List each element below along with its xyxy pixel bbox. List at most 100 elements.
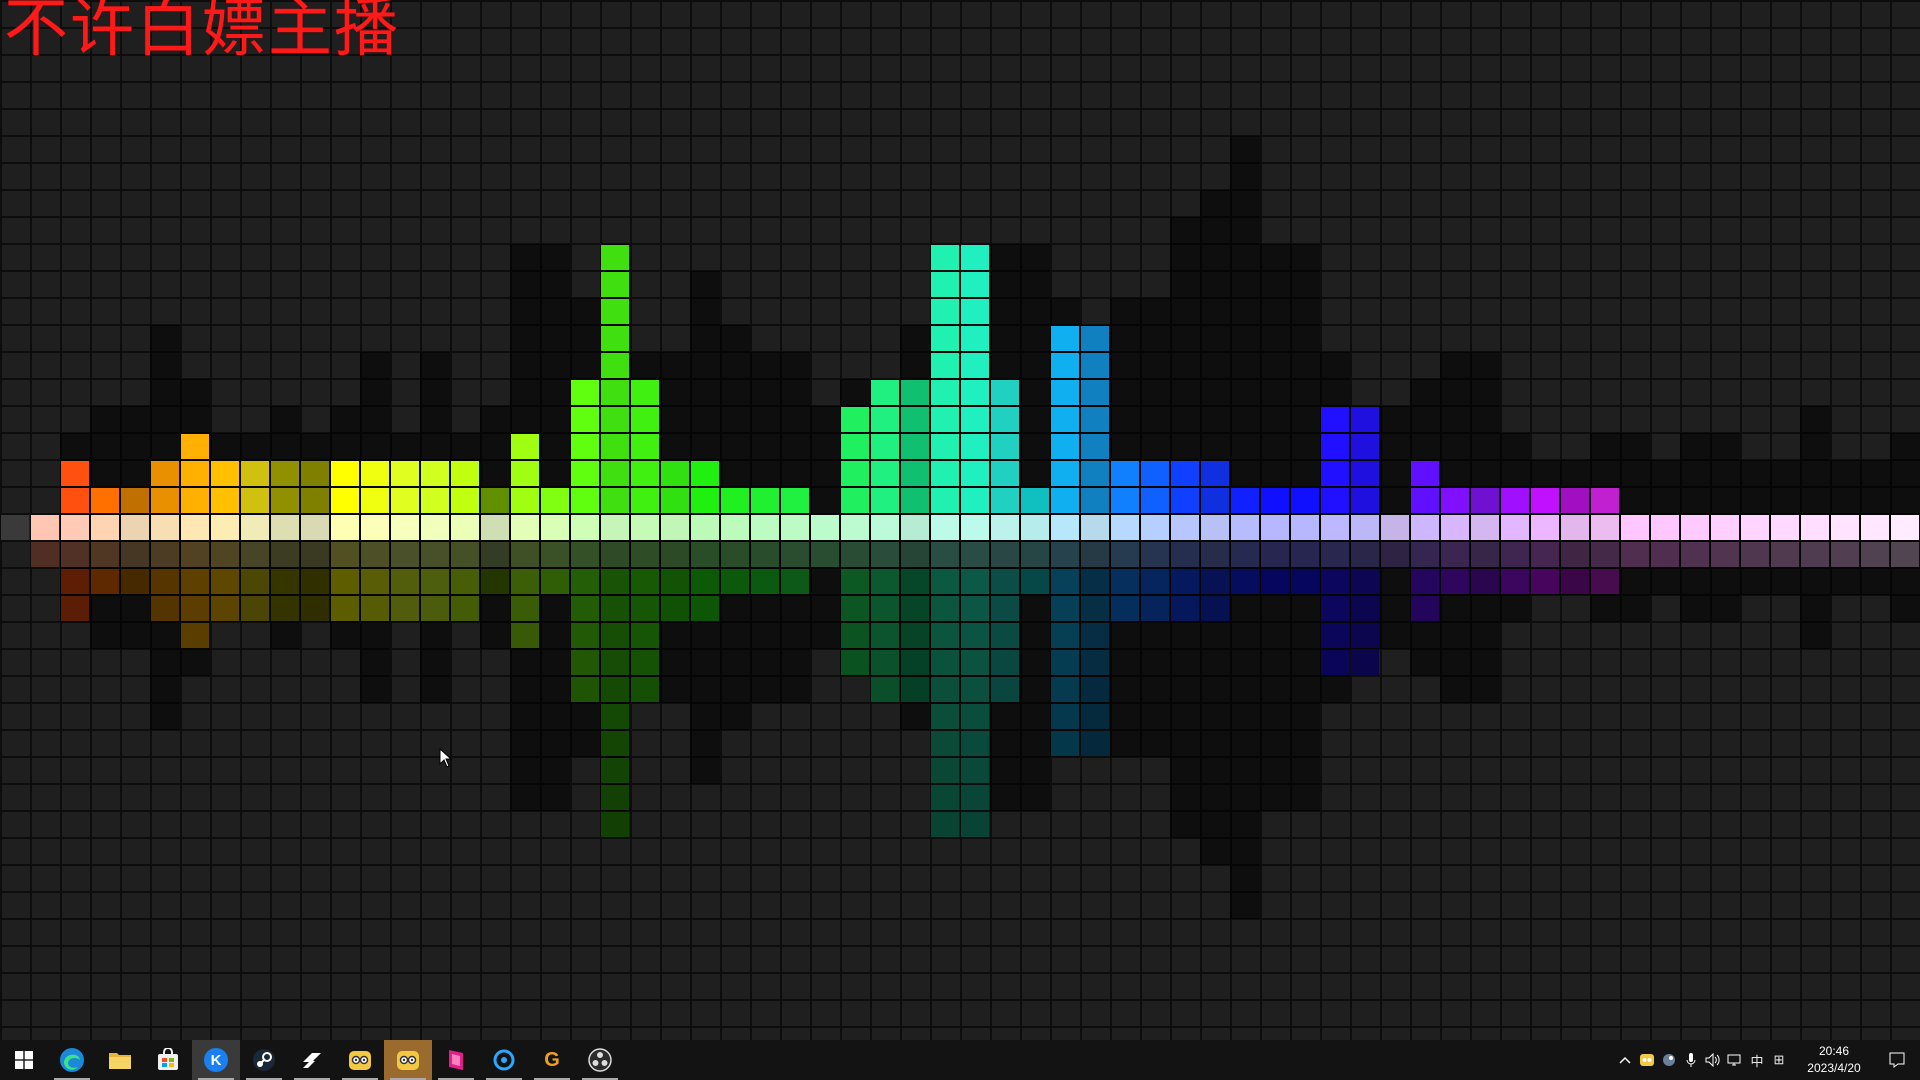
notification-center-button[interactable] <box>1874 1040 1920 1080</box>
baseline-cell <box>541 515 569 540</box>
bar-cell <box>961 272 989 297</box>
bar-reflection-cell <box>961 785 989 810</box>
baseline-cell <box>751 515 779 540</box>
cat-app-active-button[interactable] <box>384 1040 432 1080</box>
baseline-cell <box>1141 515 1169 540</box>
store-icon <box>158 1048 178 1070</box>
bar-reflection-cell <box>181 596 209 621</box>
bar-cell <box>1351 407 1379 432</box>
baseline-reflection-cell <box>871 542 899 567</box>
baseline-reflection-cell <box>1141 542 1169 567</box>
bar-reflection-cell <box>1081 704 1109 729</box>
bar-cell <box>1351 434 1379 459</box>
input-method-indicator[interactable]: 中 <box>1746 1040 1768 1080</box>
bar-cell <box>571 434 599 459</box>
bar-cell <box>871 434 899 459</box>
blue-circle-app-button[interactable] <box>480 1040 528 1080</box>
bar-reflection-cell <box>961 623 989 648</box>
g-app-button[interactable]: G <box>528 1040 576 1080</box>
baseline-cell <box>721 515 749 540</box>
clock-date: 2023/4/20 <box>1807 1061 1861 1075</box>
tray-network[interactable] <box>1724 1040 1746 1080</box>
bar-cell <box>541 488 569 513</box>
bar-cell <box>841 407 869 432</box>
bar-reflection-cell <box>871 569 899 594</box>
bar-reflection-cell <box>391 596 419 621</box>
cat-app-button[interactable] <box>336 1040 384 1080</box>
tray-volume[interactable] <box>1702 1040 1724 1080</box>
tray-microphone[interactable] <box>1680 1040 1702 1080</box>
speaker-icon <box>1705 1053 1720 1067</box>
overlay-title: 不许白嫖主播 <box>4 0 400 66</box>
bar-cell <box>1201 488 1229 513</box>
baseline-reflection-cell <box>751 542 779 567</box>
bar-cell <box>1021 488 1049 513</box>
bar-reflection-cell <box>181 569 209 594</box>
bar-cell <box>901 488 929 513</box>
pink-app-button[interactable] <box>432 1040 480 1080</box>
bar-cell <box>1051 380 1079 405</box>
baseline-reflection-cell <box>1231 542 1259 567</box>
tray-steam[interactable] <box>1658 1040 1680 1080</box>
bar-reflection-cell <box>961 650 989 675</box>
bar-reflection-cell <box>211 569 239 594</box>
baseline-cell <box>1021 515 1049 540</box>
bar-reflection-cell <box>631 623 659 648</box>
bar-reflection-cell <box>331 569 359 594</box>
bar-reflection-cell <box>181 623 209 648</box>
edge-button[interactable] <box>48 1040 96 1080</box>
baseline-cell <box>1471 515 1499 540</box>
folder-icon <box>109 1053 131 1069</box>
baseline-reflection-cell <box>1591 542 1619 567</box>
steam-button[interactable] <box>240 1040 288 1080</box>
file-explorer-button[interactable] <box>96 1040 144 1080</box>
bar-reflection-cell <box>601 677 629 702</box>
baseline-cell <box>1441 515 1469 540</box>
baseline-cell <box>61 515 89 540</box>
keyboard-grid-indicator[interactable]: ⊞ <box>1768 1040 1790 1080</box>
baseline-reflection-cell <box>991 542 1019 567</box>
bar-cell <box>1081 380 1109 405</box>
baseline-cell <box>631 515 659 540</box>
bar-cell <box>631 407 659 432</box>
bar-reflection-cell <box>301 596 329 621</box>
baseline-cell <box>481 515 509 540</box>
bar-cell <box>691 488 719 513</box>
baseline-reflection-cell <box>481 542 509 567</box>
bar-cell <box>1201 461 1229 486</box>
baseline-reflection-cell <box>1351 542 1379 567</box>
store-button[interactable] <box>144 1040 192 1080</box>
bar-cell <box>871 380 899 405</box>
bar-cell <box>1351 461 1379 486</box>
bar-reflection-cell <box>1441 569 1469 594</box>
bar-cell <box>601 461 629 486</box>
clock[interactable]: 20:46 2023/4/20 <box>1794 1043 1874 1077</box>
baseline-cell <box>1351 515 1379 540</box>
bar-reflection-cell <box>571 650 599 675</box>
show-hidden-icons-button[interactable] <box>1614 1040 1636 1080</box>
baseline-cell <box>1051 515 1079 540</box>
bar-cell <box>871 488 899 513</box>
baseline-cell <box>151 515 179 540</box>
start-button[interactable] <box>0 1040 48 1080</box>
tray-cat-app[interactable] <box>1636 1040 1658 1080</box>
bar-reflection-cell <box>1501 569 1529 594</box>
app-arrow-button[interactable] <box>288 1040 336 1080</box>
baseline-reflection-cell <box>31 542 59 567</box>
bar-cell <box>631 461 659 486</box>
bar-reflection-cell <box>1291 569 1319 594</box>
baseline-cell <box>301 515 329 540</box>
bar-reflection-cell <box>601 650 629 675</box>
baseline-reflection-cell <box>361 542 389 567</box>
bar-reflection-cell <box>871 623 899 648</box>
bar-reflection-cell <box>691 569 719 594</box>
kugou-button[interactable]: K <box>192 1040 240 1080</box>
baseline-reflection-cell <box>631 542 659 567</box>
obs-button[interactable] <box>576 1040 624 1080</box>
bar-cell <box>361 461 389 486</box>
bar-cell <box>571 461 599 486</box>
bar-reflection-cell <box>61 569 89 594</box>
bar-reflection-cell <box>331 596 359 621</box>
bar-cell <box>991 488 1019 513</box>
bar-reflection-cell <box>871 677 899 702</box>
